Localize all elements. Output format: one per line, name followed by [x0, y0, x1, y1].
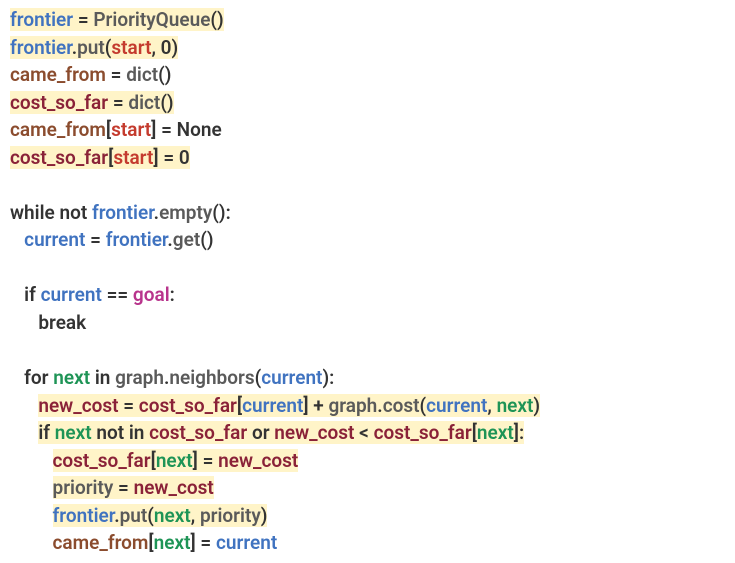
assign-op: =: [73, 8, 93, 31]
kw-not-in: not in: [96, 421, 144, 444]
literal-zero: 0: [161, 36, 172, 59]
var-graph: graph: [115, 366, 164, 389]
var-current: current: [24, 228, 85, 251]
kw-not: not: [59, 201, 87, 224]
kw-break: break: [38, 311, 86, 334]
var-next: next: [154, 531, 191, 554]
var-priority: priority: [53, 476, 114, 499]
fn-empty: empty: [159, 201, 212, 224]
var-start: start: [113, 146, 153, 169]
var-cost-so-far: cost_so_far: [10, 91, 108, 114]
var-priority: priority: [200, 504, 261, 527]
var-cost-so-far: cost_so_far: [374, 421, 472, 444]
var-goal: goal: [133, 283, 170, 306]
fn-put: put: [77, 36, 105, 59]
code-block: frontier = PriorityQueue() frontier.put(…: [10, 6, 725, 557]
var-cost-so-far: cost_so_far: [149, 421, 247, 444]
var-came-from: came_from: [10, 118, 106, 141]
fn-dict: dict: [126, 63, 158, 86]
var-next: next: [154, 504, 191, 527]
parens: (): [210, 8, 223, 31]
fn-get: get: [173, 228, 200, 251]
var-frontier: frontier: [10, 36, 72, 59]
var-next: next: [497, 394, 534, 417]
var-cost-so-far: cost_so_far: [139, 394, 237, 417]
var-frontier: frontier: [106, 228, 168, 251]
kw-if: if: [38, 421, 50, 444]
var-next: next: [156, 449, 193, 472]
fn-priorityqueue: PriorityQueue: [93, 8, 210, 31]
fn-dict: dict: [128, 91, 160, 114]
var-cost-so-far: cost_so_far: [10, 146, 108, 169]
var-new-cost: new_cost: [134, 476, 214, 499]
var-next: next: [55, 421, 92, 444]
var-current: current: [242, 394, 303, 417]
var-start: start: [111, 118, 151, 141]
fn-neighbors: neighbors: [169, 366, 254, 389]
var-frontier: frontier: [53, 504, 115, 527]
var-new-cost: new_cost: [218, 449, 298, 472]
fn-put: put: [120, 504, 148, 527]
kw-in: in: [95, 366, 111, 389]
kw-or: or: [252, 421, 270, 444]
var-came-from: came_from: [53, 531, 149, 554]
var-new-cost: new_cost: [38, 394, 118, 417]
literal-none: None: [177, 118, 222, 141]
var-current: current: [41, 283, 102, 306]
var-new-cost: new_cost: [274, 421, 354, 444]
kw-while: while: [10, 201, 55, 224]
var-current: current: [216, 531, 277, 554]
literal-zero: 0: [179, 146, 190, 169]
var-came-from: came_from: [10, 63, 106, 86]
var-current: current: [426, 394, 487, 417]
var-start: start: [111, 36, 151, 59]
var-cost-so-far: cost_so_far: [53, 449, 151, 472]
kw-if: if: [24, 283, 36, 306]
var-frontier: frontier: [10, 8, 73, 31]
var-next: next: [477, 421, 514, 444]
var-current: current: [261, 366, 322, 389]
var-frontier: frontier: [92, 201, 154, 224]
kw-for: for: [24, 366, 48, 389]
fn-cost: cost: [383, 394, 420, 417]
var-next: next: [53, 366, 90, 389]
var-graph: graph: [328, 394, 377, 417]
